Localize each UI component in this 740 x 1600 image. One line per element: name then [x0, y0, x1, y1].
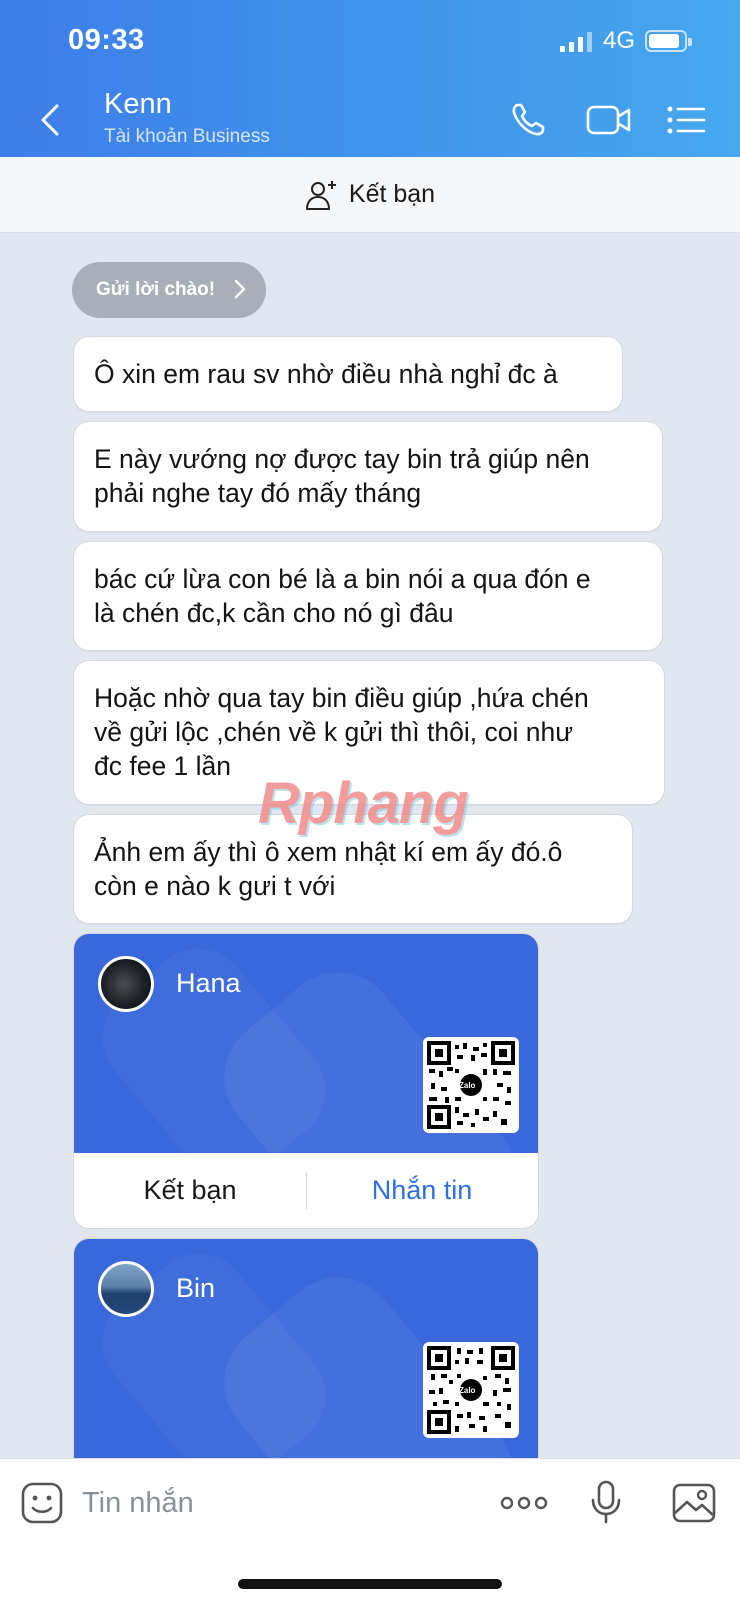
send-message-button[interactable]: Nhắn tin: [306, 1175, 538, 1206]
qr-code[interactable]: Zalo: [423, 1037, 519, 1133]
contact-card-name: Bin: [176, 1273, 216, 1303]
contact-card[interactable]: Bin Zalo: [73, 1238, 539, 1478]
add-friend-bar[interactable]: Kết bạn: [0, 157, 740, 233]
microphone-icon: [591, 1480, 621, 1524]
more-options-button[interactable]: [498, 1479, 550, 1527]
sticker-icon: [21, 1482, 63, 1524]
contact-subtitle: Tài khoản Business: [104, 126, 270, 147]
message-input-bar: Tin nhắn: [0, 1458, 740, 1600]
add-friend-label: Kết bạn: [348, 180, 436, 208]
greeting-label: Gửi lời chào!: [96, 279, 216, 300]
avatar[interactable]: [98, 1261, 154, 1317]
image-icon: [672, 1483, 716, 1523]
contact-card-header: Hana Zalo: [74, 934, 538, 1153]
image-picker-button[interactable]: [670, 1479, 718, 1527]
more-dots-icon: [500, 1496, 548, 1510]
contact-card-header: Bin Zalo: [74, 1239, 538, 1477]
message-text: bác cứ lừa con bé là a bin nói a qua đón…: [94, 564, 591, 628]
signal-icon: [560, 32, 592, 52]
qr-code[interactable]: Zalo: [423, 1342, 519, 1438]
status-time: 09:33: [68, 24, 145, 56]
divider: [306, 1173, 307, 1209]
message-bubble[interactable]: Ô xin em rau sv nhờ điều nhà nghỉ đc à: [73, 336, 623, 412]
message-bubble[interactable]: E này vướng nợ được tay bin trả giúp nên…: [73, 421, 663, 532]
network-label: 4G: [603, 27, 636, 54]
menu-button[interactable]: [664, 98, 708, 142]
sticker-button[interactable]: [18, 1479, 66, 1527]
video-call-button[interactable]: [584, 98, 634, 142]
home-indicator: [238, 1579, 502, 1589]
call-button[interactable]: [506, 98, 550, 142]
message-text: Ảnh em ấy thì ô xem nhật kí em ấy đó.ô c…: [94, 837, 563, 901]
message-text: Ô xin em rau sv nhờ điều nhà nghỉ đc à: [94, 359, 558, 389]
phone-icon: [512, 103, 545, 136]
chat-header: 09:33 4G Kenn Tài khoản Business: [0, 0, 740, 157]
contact-card-actions: Kết bạn Nhắn tin: [74, 1153, 538, 1228]
battery-icon: [645, 30, 692, 52]
chevron-left-icon: [41, 104, 59, 136]
message-text: Hoặc nhờ qua tay bin điều giúp ,hứa chén…: [94, 683, 589, 781]
message-bubble[interactable]: bác cứ lừa con bé là a bin nói a qua đón…: [73, 541, 663, 651]
qr-center-label: Zalo: [459, 1081, 476, 1090]
list-menu-icon: [667, 106, 706, 134]
avatar[interactable]: [98, 956, 154, 1012]
send-greeting-button[interactable]: Gửi lời chào!: [72, 262, 266, 318]
message-text: E này vướng nợ được tay bin trả giúp nên…: [94, 444, 590, 508]
contact-card-name: Hana: [176, 968, 241, 998]
contact-name[interactable]: Kenn: [104, 88, 172, 121]
message-input[interactable]: Tin nhắn: [82, 1487, 194, 1520]
back-button[interactable]: [32, 96, 68, 144]
contact-card[interactable]: Hana Zalo Kết bạn Nhắn tin: [73, 933, 539, 1229]
voice-message-button[interactable]: [582, 1479, 630, 1527]
qr-center-label: Zalo: [459, 1386, 476, 1395]
watermark: Rphang: [258, 771, 469, 836]
video-camera-icon: [586, 105, 631, 135]
add-friend-button[interactable]: Kết bạn: [74, 1175, 306, 1206]
add-user-icon: [305, 180, 336, 210]
chevron-right-icon: [234, 279, 246, 299]
